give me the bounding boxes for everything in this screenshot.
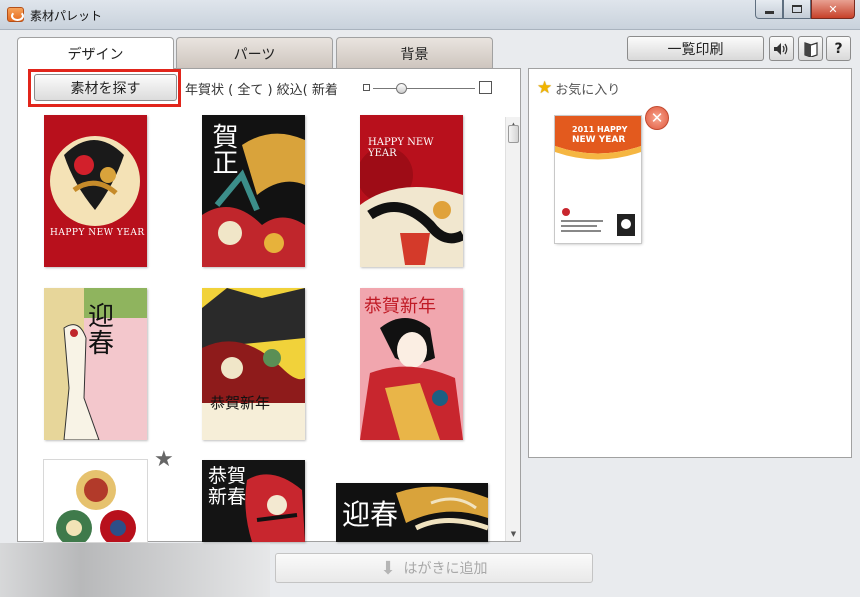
- scroll-down-icon[interactable]: ▼: [506, 526, 521, 541]
- design-thumbnail[interactable]: 賀正: [202, 115, 305, 267]
- large-size-icon: [479, 81, 492, 94]
- add-to-postcard-button[interactable]: ⬇ はがきに追加: [275, 553, 593, 583]
- window-controls: ✕: [755, 0, 855, 20]
- favorites-star-icon: ★: [537, 78, 553, 98]
- design-text: HAPPY NEW YEAR: [50, 228, 145, 238]
- minimize-button[interactable]: [755, 0, 783, 19]
- design-art: [56, 470, 136, 542]
- background-window-strip: [0, 543, 270, 597]
- design-thumbnail[interactable]: HAPPY NEW YEAR: [360, 115, 463, 267]
- add-to-postcard-label: はがきに追加: [403, 561, 488, 577]
- search-material-button[interactable]: 素材を探す: [34, 74, 177, 101]
- book-icon: [803, 41, 818, 57]
- design-thumbnail[interactable]: HAPPY NEW YEAR: [44, 115, 147, 267]
- tab-parts[interactable]: パーツ: [176, 37, 333, 69]
- design-text: 恭賀新年: [364, 296, 436, 317]
- design-text: 恭賀新年: [210, 394, 271, 412]
- design-thumbnail[interactable]: 迎春: [44, 288, 147, 440]
- tab-parts-label: パーツ: [233, 46, 276, 63]
- favorite-star-icon[interactable]: ★: [154, 449, 174, 471]
- window-title: 素材パレット: [30, 9, 103, 23]
- slider-track: [373, 88, 475, 89]
- design-thumbnail[interactable]: 恭賀新年: [360, 288, 463, 440]
- design-thumbnail[interactable]: [44, 460, 147, 542]
- design-text: 恭賀新春: [208, 465, 247, 508]
- favorites-label: ★ お気に入り: [537, 78, 620, 98]
- design-scrollbar[interactable]: ▲ ▼: [505, 117, 520, 541]
- tab-design[interactable]: デザイン: [17, 37, 174, 70]
- design-text: HAPPY NEW YEAR: [368, 137, 434, 159]
- design-thumbnail[interactable]: 恭賀新年: [202, 288, 305, 440]
- close-button[interactable]: ✕: [811, 0, 855, 19]
- title-bar: 素材パレット ✕: [0, 0, 860, 30]
- design-text: 迎春: [88, 302, 115, 360]
- tab-background[interactable]: 背景: [336, 37, 493, 69]
- filter-text: 年賀状 ( 全て ) 絞込( 新着: [185, 83, 338, 98]
- tab-design-label: デザイン: [67, 47, 124, 63]
- design-art: [50, 136, 140, 226]
- design-text: 迎春: [342, 498, 399, 531]
- thumbnail-size-slider[interactable]: [363, 81, 495, 96]
- minimize-icon: [764, 10, 774, 14]
- tab-background-label: 背景: [400, 46, 429, 63]
- design-text: 賀正: [208, 123, 238, 175]
- maximize-button[interactable]: [783, 0, 811, 19]
- app-icon: [7, 7, 24, 22]
- sound-button[interactable]: [769, 36, 794, 61]
- maximize-icon: [792, 5, 802, 13]
- slider-knob[interactable]: [396, 83, 407, 94]
- design-thumbnail[interactable]: 迎春: [336, 483, 488, 542]
- favorite-card-line2: NEW YEAR: [572, 135, 626, 145]
- design-thumbnail[interactable]: 恭賀新春: [202, 460, 305, 542]
- favorite-card-line1: 2011 HAPPY: [572, 125, 628, 134]
- favorites-label-text: お気に入り: [555, 82, 621, 98]
- help-button[interactable]: ?: [826, 36, 851, 61]
- small-size-icon: [363, 84, 370, 91]
- print-list-button[interactable]: 一覧印刷: [627, 36, 764, 61]
- manual-button[interactable]: [798, 36, 823, 61]
- download-arrow-icon: ⬇: [380, 557, 396, 579]
- remove-favorite-icon[interactable]: ✕: [645, 106, 669, 130]
- speaker-icon: [773, 42, 787, 55]
- design-art: [202, 288, 305, 440]
- scroll-thumb[interactable]: [508, 125, 519, 143]
- favorite-card[interactable]: 2011 HAPPY NEW YEAR: [555, 116, 641, 243]
